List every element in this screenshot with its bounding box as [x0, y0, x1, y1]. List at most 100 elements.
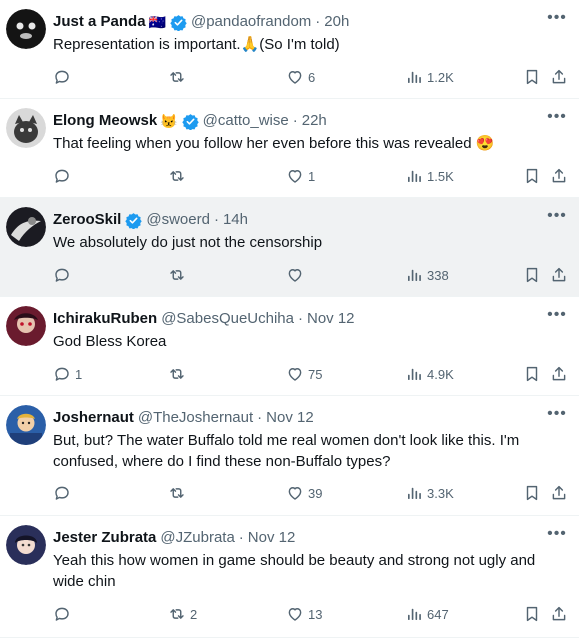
- more-dots-icon[interactable]: •••: [547, 208, 567, 230]
- separator: ·: [257, 409, 263, 426]
- tweet[interactable]: ZerooSkil @swoerd · 14h ••• We absolutel…: [0, 198, 579, 297]
- share-button[interactable]: [550, 483, 568, 503]
- reply-button[interactable]: 1: [53, 364, 82, 384]
- share-button[interactable]: [550, 604, 568, 624]
- tweet-header: Just a Panda 🇦🇺 @pandaofrandom · 20h: [53, 12, 539, 32]
- bookmark-button[interactable]: [523, 483, 541, 503]
- tweet[interactable]: Jester Zubrata @JZubrata · Nov 12 ••• Ye…: [0, 516, 579, 638]
- views-button[interactable]: 4.9K: [405, 364, 454, 384]
- handle[interactable]: @TheJoshernaut: [138, 408, 253, 428]
- views-button[interactable]: 1.5K: [405, 166, 454, 186]
- bookmark-icon: [526, 168, 538, 184]
- views-count: 1.2K: [427, 69, 454, 85]
- share-button[interactable]: [550, 265, 568, 285]
- timestamp[interactable]: 20h: [324, 12, 349, 32]
- display-name[interactable]: Elong Meowsk: [53, 111, 157, 131]
- tweet[interactable]: Just a Panda 🇦🇺 @pandaofrandom · 20h •••…: [0, 0, 579, 99]
- like-button[interactable]: [286, 265, 308, 285]
- retweet-button[interactable]: [168, 483, 190, 503]
- tweet-header: Jester Zubrata @JZubrata · Nov 12: [53, 528, 539, 548]
- more-dots-icon[interactable]: •••: [547, 307, 567, 329]
- action-bar: 1 1.5K: [53, 166, 579, 186]
- display-name[interactable]: ZerooSkil: [53, 210, 121, 230]
- bookmark-button[interactable]: [523, 604, 541, 624]
- avatar[interactable]: [6, 306, 46, 346]
- like-button[interactable]: 1: [286, 166, 315, 186]
- handle[interactable]: @pandaofrandom: [191, 12, 311, 32]
- display-name[interactable]: Jester Zubrata: [53, 528, 156, 548]
- handle[interactable]: @SabesQueUchiha: [161, 309, 294, 329]
- tweet-text: We absolutely do just not the censorship: [53, 234, 323, 251]
- like-button[interactable]: 39: [286, 483, 322, 503]
- tweet[interactable]: Elong Meowsk 😾 @catto_wise · 22h ••• Tha…: [0, 99, 579, 198]
- retweet-button[interactable]: [168, 166, 190, 186]
- share-icon: [552, 485, 566, 500]
- timestamp[interactable]: Nov 12: [307, 309, 355, 329]
- like-button[interactable]: 6: [286, 67, 315, 87]
- action-bar: 338: [53, 265, 579, 285]
- bookmark-icon: [526, 606, 538, 622]
- verified-badge-icon: [181, 113, 199, 130]
- avatar[interactable]: [6, 405, 46, 445]
- like-count: 6: [308, 69, 316, 85]
- tweet-text: Yeah this how women in game should be be…: [53, 552, 536, 590]
- bookmark-button[interactable]: [523, 265, 541, 285]
- tweet-header: Elong Meowsk 😾 @catto_wise · 22h: [53, 111, 539, 131]
- tweet-text: That feeling when you follow her even be…: [53, 135, 495, 152]
- separator: ·: [238, 529, 244, 546]
- display-name[interactable]: IchirakuRuben: [53, 309, 157, 329]
- handle[interactable]: @JZubrata: [160, 528, 234, 548]
- reply-icon: [55, 607, 69, 621]
- display-name[interactable]: Joshernaut: [53, 408, 134, 428]
- views-icon: [408, 269, 421, 281]
- handle[interactable]: @swoerd: [146, 210, 210, 230]
- views-button[interactable]: 338: [405, 265, 449, 285]
- reply-count: 1: [75, 366, 83, 382]
- separator: ·: [298, 310, 303, 327]
- timestamp[interactable]: Nov 12: [266, 408, 314, 428]
- avatar[interactable]: [6, 108, 46, 148]
- tweet[interactable]: IchirakuRuben @SabesQueUchiha · Nov 12 •…: [0, 297, 579, 396]
- bookmark-button[interactable]: [523, 166, 541, 186]
- share-button[interactable]: [550, 364, 568, 384]
- tweet-text: Representation is important.🙏(So I'm tol…: [53, 36, 340, 53]
- share-button[interactable]: [550, 67, 568, 87]
- avatar[interactable]: [6, 207, 46, 247]
- retweet-button[interactable]: 2: [168, 604, 197, 624]
- retweet-button[interactable]: [168, 265, 190, 285]
- like-count: 1: [308, 168, 316, 184]
- views-count: 647: [427, 606, 449, 622]
- display-name[interactable]: Just a Panda: [53, 12, 146, 32]
- reply-button[interactable]: [53, 67, 75, 87]
- tweet-header: IchirakuRuben @SabesQueUchiha · Nov 12: [53, 309, 539, 329]
- timestamp[interactable]: 22h: [302, 111, 327, 131]
- handle[interactable]: @catto_wise: [203, 111, 289, 131]
- views-button[interactable]: 647: [405, 604, 449, 624]
- reply-button[interactable]: [53, 265, 75, 285]
- views-button[interactable]: 3.3K: [405, 483, 454, 503]
- reply-button[interactable]: [53, 166, 75, 186]
- retweet-icon: [170, 171, 184, 181]
- reply-button[interactable]: [53, 604, 75, 624]
- avatar[interactable]: [6, 525, 46, 565]
- action-bar: 39 3.3K: [53, 483, 579, 503]
- more-dots-icon[interactable]: •••: [547, 526, 567, 548]
- like-button[interactable]: 13: [286, 604, 322, 624]
- timestamp[interactable]: 14h: [223, 210, 248, 230]
- retweet-button[interactable]: [168, 67, 190, 87]
- views-button[interactable]: 1.2K: [405, 67, 454, 87]
- more-dots-icon[interactable]: •••: [547, 10, 567, 32]
- timestamp[interactable]: Nov 12: [248, 528, 296, 548]
- bookmark-button[interactable]: [523, 67, 541, 87]
- retweet-button[interactable]: [168, 364, 190, 384]
- tweet[interactable]: Joshernaut @TheJoshernaut · Nov 12 ••• B…: [0, 396, 579, 516]
- action-bar: 2 13 647: [53, 604, 579, 624]
- bookmark-button[interactable]: [523, 364, 541, 384]
- like-button[interactable]: 75: [286, 364, 322, 384]
- reply-button[interactable]: [53, 483, 75, 503]
- more-dots-icon[interactable]: •••: [547, 109, 567, 131]
- verified-badge-icon: [170, 14, 187, 31]
- share-button[interactable]: [550, 166, 568, 186]
- avatar[interactable]: [6, 9, 46, 49]
- more-dots-icon[interactable]: •••: [547, 406, 567, 428]
